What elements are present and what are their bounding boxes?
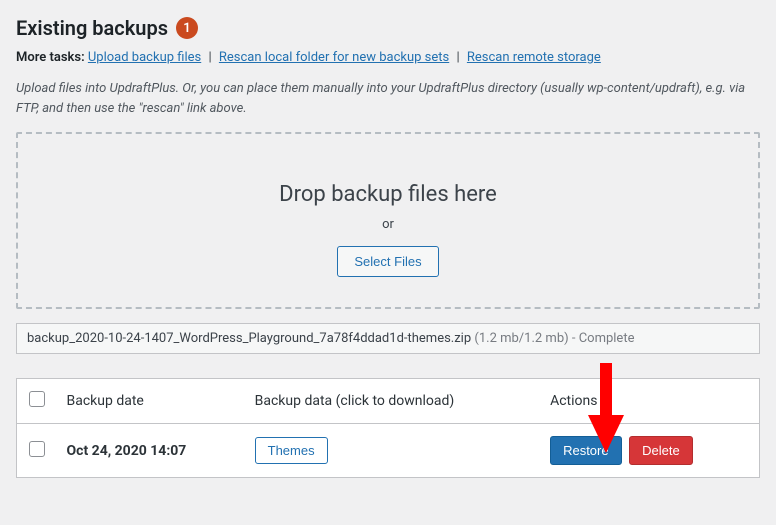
row-checkbox[interactable] xyxy=(29,441,45,457)
table-header-row: Backup date Backup data (click to downlo… xyxy=(17,379,760,424)
backup-count-badge: 1 xyxy=(176,17,198,39)
select-files-button[interactable]: Select Files xyxy=(337,246,438,277)
rescan-remote-link[interactable]: Rescan remote storage xyxy=(467,50,601,65)
table-row: Oct 24, 2020 14:07 Themes Restore Delete xyxy=(17,424,760,478)
backups-table: Backup date Backup data (click to downlo… xyxy=(16,378,760,478)
col-backup-data: Backup data (click to download) xyxy=(245,379,540,424)
heading: Existing backups 1 xyxy=(16,16,760,40)
more-tasks-label: More tasks: xyxy=(16,50,85,65)
dropzone-title: Drop backup files here xyxy=(38,182,738,207)
status-filename: backup_2020-10-24-1407_WordPress_Playgro… xyxy=(27,331,471,346)
more-tasks: More tasks: Upload backup files | Rescan… xyxy=(16,50,760,65)
upload-status: backup_2020-10-24-1407_WordPress_Playgro… xyxy=(16,323,760,354)
status-meta: (1.2 mb/1.2 mb) - Complete xyxy=(471,331,634,346)
delete-button[interactable]: Delete xyxy=(629,436,693,465)
download-themes-button[interactable]: Themes xyxy=(255,437,328,464)
helper-text: Upload files into UpdraftPlus. Or, you c… xyxy=(16,79,760,118)
upload-dropzone[interactable]: Drop backup files here or Select Files xyxy=(16,132,760,309)
rescan-local-link[interactable]: Rescan local folder for new backup sets xyxy=(219,50,449,65)
col-actions: Actions xyxy=(540,379,759,424)
separator: | xyxy=(456,50,459,65)
upload-backup-link[interactable]: Upload backup files xyxy=(88,50,201,65)
backup-date: Oct 24, 2020 14:07 xyxy=(57,424,245,478)
select-all-checkbox[interactable] xyxy=(29,391,45,407)
col-backup-date: Backup date xyxy=(57,379,245,424)
dropzone-or: or xyxy=(38,217,738,232)
separator: | xyxy=(208,50,211,65)
page-title: Existing backups xyxy=(16,16,168,40)
restore-button[interactable]: Restore xyxy=(550,436,622,465)
